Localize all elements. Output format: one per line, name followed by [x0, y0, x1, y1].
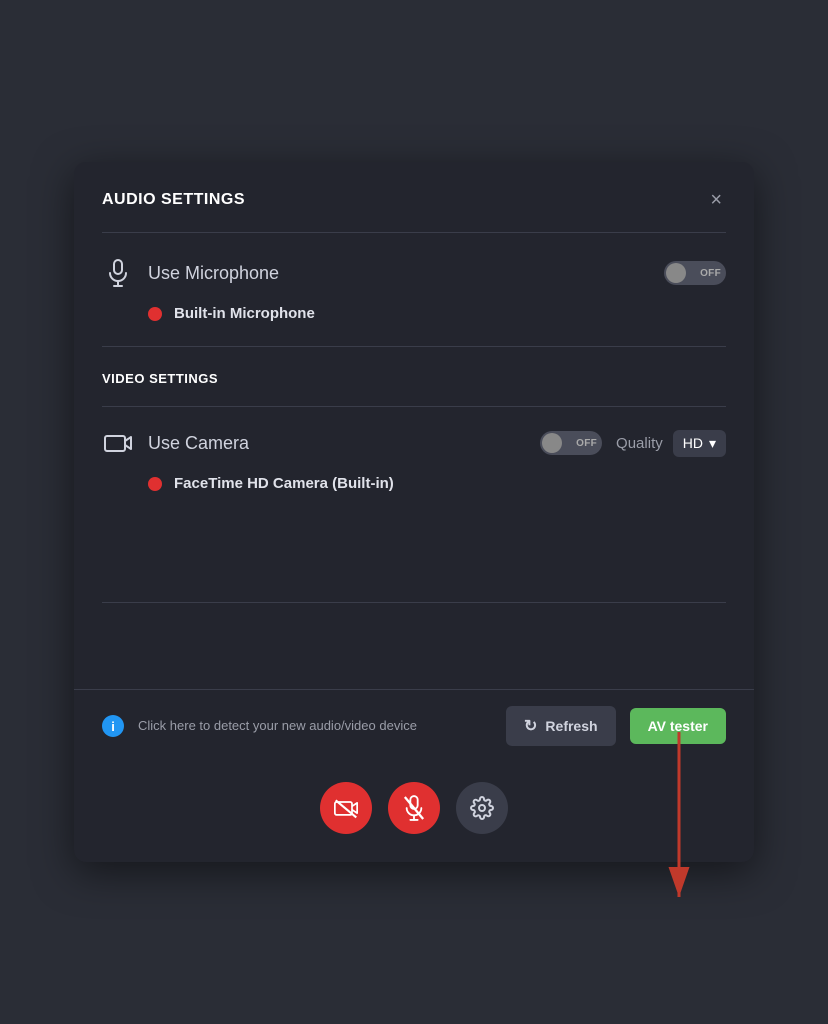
- quality-label: Quality: [616, 435, 663, 452]
- camera-label: Use Camera: [148, 433, 526, 454]
- audio-section: Use Microphone OFF Built-in Microphone: [74, 233, 754, 346]
- camera-icon: [102, 427, 134, 459]
- video-title-divider: [102, 406, 726, 407]
- refresh-icon: ↻: [524, 716, 537, 736]
- modal-header: AUDIO SETTINGS ×: [74, 162, 754, 232]
- microphone-icon: [102, 257, 134, 289]
- microphone-device-row: Built-in Microphone: [102, 305, 726, 322]
- bottom-controls: [74, 762, 754, 862]
- quality-wrap: Quality HD ▾: [616, 430, 726, 457]
- info-icon: i: [102, 715, 124, 737]
- refresh-label: Refresh: [545, 718, 597, 734]
- camera-off-button[interactable]: [320, 782, 372, 834]
- video-section-title: VIDEO SETTINGS: [102, 371, 726, 386]
- microphone-row: Use Microphone OFF: [102, 257, 726, 289]
- toggle-knob: [666, 263, 686, 283]
- modal-title: AUDIO SETTINGS: [102, 191, 245, 209]
- audio-video-settings-modal: AUDIO SETTINGS × Use Microphone: [74, 162, 754, 862]
- microphone-label: Use Microphone: [148, 263, 650, 284]
- microphone-toggle[interactable]: OFF: [664, 261, 726, 285]
- close-button[interactable]: ×: [706, 186, 726, 214]
- camera-toggle-knob: [542, 433, 562, 453]
- camera-device-name: FaceTime HD Camera (Built-in): [174, 475, 394, 492]
- camera-row: Use Camera OFF Quality HD ▾: [102, 427, 726, 459]
- refresh-button[interactable]: ↻ Refresh: [506, 706, 616, 746]
- av-tester-button[interactable]: AV tester: [630, 708, 726, 744]
- toggle-label: OFF: [700, 268, 721, 279]
- bottom-divider: [102, 602, 726, 603]
- chevron-down-icon: ▾: [709, 435, 716, 452]
- camera-device-dot: [148, 477, 162, 491]
- camera-device-row: FaceTime HD Camera (Built-in): [102, 475, 726, 492]
- microphone-device-name: Built-in Microphone: [174, 305, 315, 322]
- quality-value: HD: [683, 435, 703, 451]
- quality-dropdown[interactable]: HD ▾: [673, 430, 726, 457]
- video-section: VIDEO SETTINGS Use Camera OFF Quality: [74, 347, 754, 516]
- mic-off-button[interactable]: [388, 782, 440, 834]
- camera-toggle[interactable]: OFF: [540, 431, 602, 455]
- camera-toggle-label: OFF: [576, 438, 597, 449]
- settings-button[interactable]: [456, 782, 508, 834]
- bottom-bar: i Click here to detect your new audio/vi…: [74, 689, 754, 762]
- info-text: Click here to detect your new audio/vide…: [138, 717, 492, 735]
- device-status-dot: [148, 307, 162, 321]
